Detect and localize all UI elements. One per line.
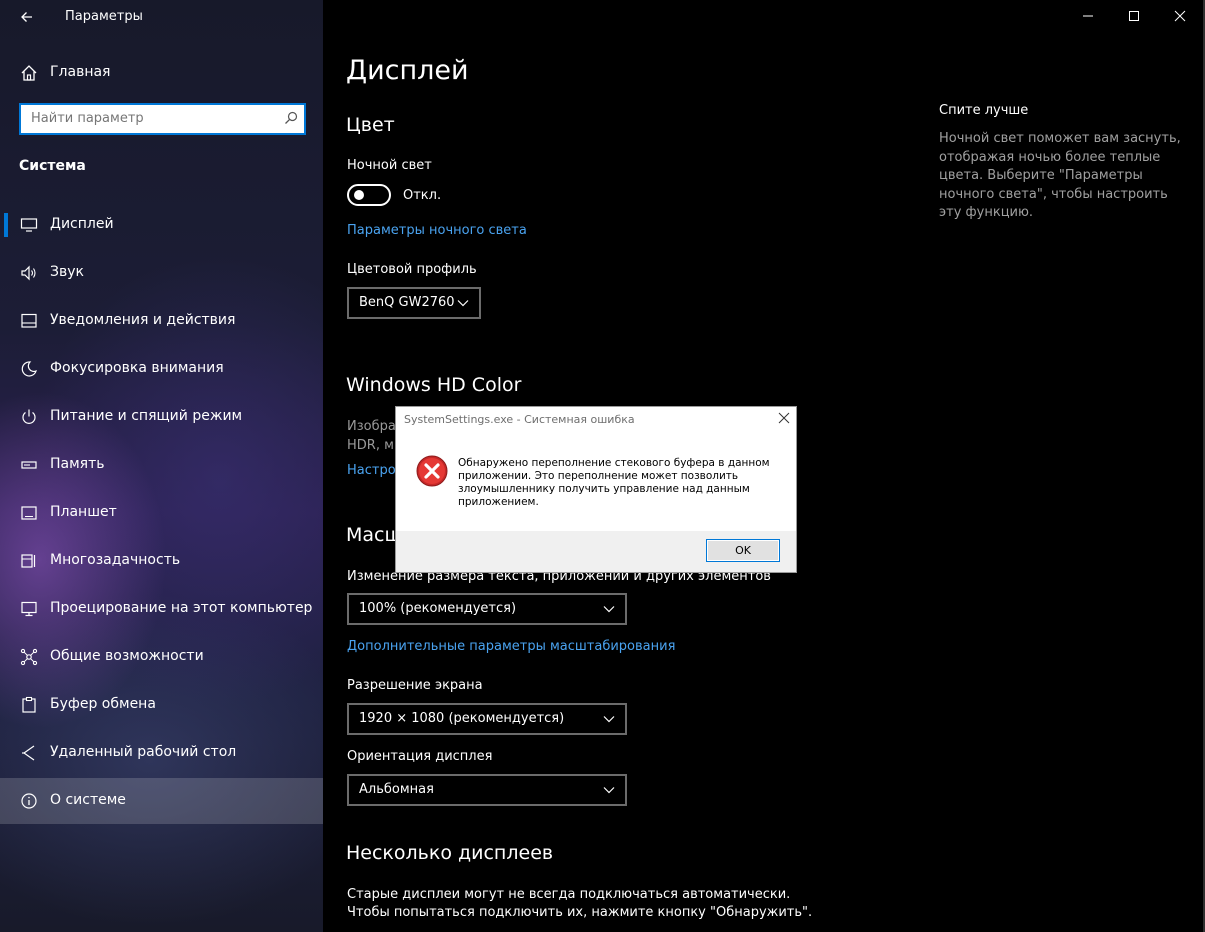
chevron-down-icon bbox=[457, 300, 469, 307]
close-icon bbox=[1174, 10, 1186, 22]
sidebar-item-storage[interactable]: Память bbox=[0, 442, 323, 488]
multitask-icon bbox=[21, 554, 36, 568]
hd-color-settings-link[interactable]: Настро bbox=[347, 463, 396, 478]
sidebar-item-about[interactable]: О системе bbox=[0, 778, 323, 824]
remote-desktop-icon bbox=[22, 745, 35, 761]
scale-value: 100% (рекомендуется) bbox=[359, 601, 517, 616]
hd-color-text-1: Изобра bbox=[347, 419, 396, 434]
sidebar-item-sound[interactable]: Звук bbox=[0, 250, 323, 296]
speaker-icon bbox=[21, 265, 36, 281]
sidebar-item-label: Проецирование на этот компьютер bbox=[50, 600, 313, 616]
dialog-title: SystemSettings.exe - Системная ошибка bbox=[404, 413, 635, 426]
maximize-icon bbox=[1129, 11, 1139, 21]
sidebar-item-label: Общие возможности bbox=[50, 648, 204, 664]
power-icon bbox=[22, 409, 36, 424]
app-title: Параметры bbox=[65, 9, 143, 24]
aside-title: Спите лучше bbox=[939, 103, 1029, 118]
orientation-select[interactable]: Альбомная bbox=[347, 774, 627, 806]
ok-button-label: OK bbox=[735, 544, 751, 557]
hd-color-heading: Windows HD Color bbox=[346, 374, 522, 396]
sidebar-item-tablet[interactable]: Планшет bbox=[0, 490, 323, 536]
section-heading: Система bbox=[19, 158, 86, 174]
dialog-body: SystemSettings.exe - Системная ошибка Об… bbox=[396, 407, 796, 531]
monitor-icon bbox=[20, 218, 38, 232]
sidebar-item-multitasking[interactable]: Многозадачность bbox=[0, 538, 323, 584]
sidebar-item-label: Фокусировка внимания bbox=[50, 360, 224, 376]
sidebar-item-display[interactable]: Дисплей bbox=[0, 202, 323, 248]
sidebar-item-label: О системе bbox=[50, 792, 126, 808]
night-light-settings-link[interactable]: Параметры ночного света bbox=[347, 223, 527, 238]
project-icon bbox=[21, 601, 37, 617]
resolution-select[interactable]: 1920 × 1080 (рекомендуется) bbox=[347, 703, 627, 735]
orientation-label: Ориентация дисплея bbox=[347, 749, 493, 764]
moon-icon bbox=[21, 361, 37, 377]
minimize-icon bbox=[1083, 15, 1093, 17]
sidebar-item-label: Уведомления и действия bbox=[50, 312, 236, 328]
sidebar-item-label: Память bbox=[50, 456, 105, 472]
scale-heading: Масш bbox=[346, 524, 402, 546]
error-dialog: SystemSettings.exe - Системная ошибка Об… bbox=[395, 406, 797, 573]
page-title: Дисплей bbox=[346, 55, 469, 86]
color-profile-select[interactable]: BenQ GW2760 bbox=[347, 287, 481, 319]
clipboard-icon bbox=[22, 696, 36, 713]
home-icon bbox=[21, 65, 37, 81]
sidebar-item-notifications[interactable]: Уведомления и действия bbox=[0, 298, 323, 344]
sidebar-item-remote-desktop[interactable]: Удаленный рабочий стол bbox=[0, 730, 323, 776]
tablet-icon bbox=[21, 506, 37, 520]
storage-icon bbox=[21, 461, 37, 469]
sidebar-item-label: Питание и спящий режим bbox=[50, 408, 243, 424]
sidebar-item-label: Звук bbox=[50, 264, 84, 280]
sidebar-item-power[interactable]: Питание и спящий режим bbox=[0, 394, 323, 440]
search-input[interactable]: Найти параметр bbox=[19, 103, 306, 135]
advanced-scaling-link[interactable]: Дополнительные параметры масштабирования bbox=[347, 639, 675, 654]
sidebar-item-label: Буфер обмена bbox=[50, 696, 156, 712]
sidebar-item-clipboard[interactable]: Буфер обмена bbox=[0, 682, 323, 728]
error-icon bbox=[416, 455, 448, 487]
back-arrow-icon[interactable] bbox=[14, 6, 40, 28]
sidebar-item-label: Дисплей bbox=[50, 216, 114, 232]
info-icon bbox=[21, 793, 37, 809]
aside-text: Ночной свет поможет вам заснуть, отображ… bbox=[939, 131, 1181, 220]
chevron-down-icon bbox=[603, 787, 615, 794]
chevron-down-icon bbox=[603, 716, 615, 723]
sidebar-item-label: Удаленный рабочий стол bbox=[50, 744, 237, 760]
multiple-displays-text-1: Старые дисплеи могут не всегда подключат… bbox=[347, 887, 791, 902]
night-light-state: Откл. bbox=[403, 188, 442, 203]
home-label: Главная bbox=[50, 64, 111, 80]
close-button[interactable] bbox=[1157, 0, 1203, 32]
multiple-displays-heading: Несколько дисплеев bbox=[346, 842, 554, 864]
multiple-displays-text-2: Чтобы попытаться подключить их, нажмите … bbox=[347, 905, 813, 920]
resolution-value: 1920 × 1080 (рекомендуется) bbox=[359, 711, 565, 726]
color-profile-value: BenQ GW2760 bbox=[359, 295, 455, 310]
chevron-down-icon bbox=[603, 606, 615, 613]
minimize-button[interactable] bbox=[1065, 0, 1111, 32]
color-heading: Цвет bbox=[346, 114, 395, 136]
sidebar-item-label: Планшет bbox=[50, 504, 117, 520]
notification-icon bbox=[21, 313, 37, 328]
resolution-label: Разрешение экрана bbox=[347, 678, 483, 693]
maximize-button[interactable] bbox=[1111, 0, 1157, 32]
orientation-value: Альбомная bbox=[359, 782, 434, 797]
toggle-knob bbox=[354, 190, 364, 200]
night-light-toggle[interactable] bbox=[347, 184, 391, 206]
nav-home[interactable]: Главная bbox=[0, 56, 323, 90]
sidebar-item-label: Многозадачность bbox=[50, 552, 181, 568]
search-icon[interactable] bbox=[284, 111, 298, 125]
sidebar-item-focus[interactable]: Фокусировка внимания bbox=[0, 346, 323, 392]
sidebar: Главная Найти параметр Система Дисплей З… bbox=[0, 0, 323, 932]
hd-color-text-2: HDR, м bbox=[347, 438, 394, 453]
ok-button[interactable]: OK bbox=[706, 539, 780, 562]
shared-icon bbox=[20, 648, 38, 666]
color-profile-label: Цветовой профиль bbox=[347, 262, 477, 277]
search-placeholder: Найти параметр bbox=[31, 111, 144, 126]
sidebar-item-projecting[interactable]: Проецирование на этот компьютер bbox=[0, 586, 323, 632]
night-light-label: Ночной свет bbox=[347, 158, 432, 173]
title-bar: Параметры bbox=[0, 0, 1205, 32]
close-icon[interactable] bbox=[778, 412, 790, 424]
sidebar-item-shared[interactable]: Общие возможности bbox=[0, 634, 323, 680]
scale-select[interactable]: 100% (рекомендуется) bbox=[347, 593, 627, 625]
dialog-message: Обнаружено переполнение стекового буфера… bbox=[458, 457, 770, 508]
